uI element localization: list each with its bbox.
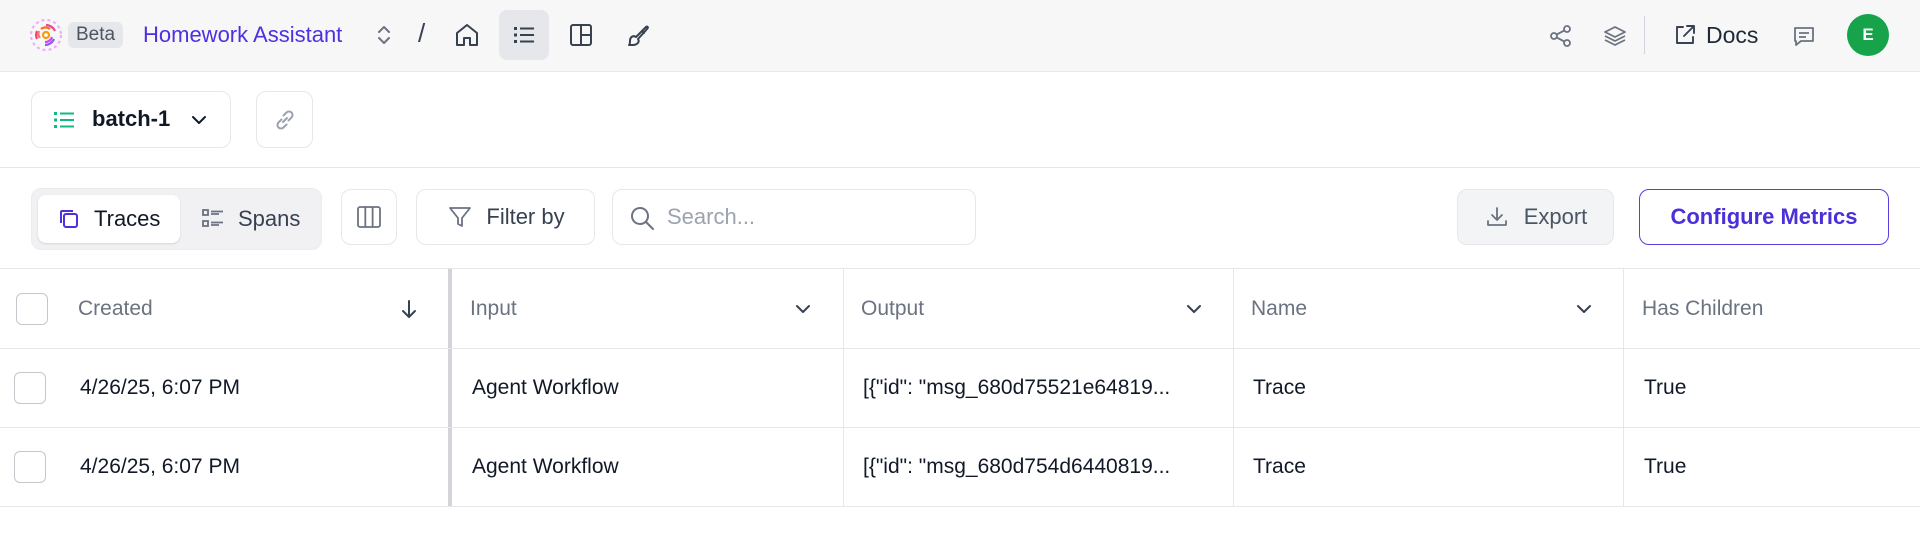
view-toggle: Traces Spans bbox=[31, 188, 322, 250]
column-header-label: Input bbox=[470, 296, 517, 320]
table-row[interactable]: 4/26/25, 6:07 PM Agent Workflow [{"id": … bbox=[0, 349, 1920, 428]
cell-has-children: True bbox=[1644, 455, 1687, 478]
search-input[interactable] bbox=[667, 200, 957, 234]
tab-traces-label: Traces bbox=[94, 206, 161, 231]
column-header-name[interactable]: Name bbox=[1251, 269, 1551, 348]
project-name[interactable]: Homework Assistant bbox=[143, 20, 342, 50]
table-toolbar: Traces Spans Filter by Exp bbox=[0, 168, 1920, 268]
dataset-selector[interactable]: batch-1 bbox=[31, 91, 231, 148]
layout-icon bbox=[570, 24, 592, 46]
cell-output: [{"id": "msg_680d754d6440819... bbox=[863, 455, 1171, 478]
external-link-icon bbox=[1676, 25, 1695, 44]
table-row[interactable]: 4/26/25, 6:07 PM Agent Workflow [{"id": … bbox=[0, 428, 1920, 507]
tab-spans[interactable]: Spans bbox=[182, 195, 317, 243]
columns-button[interactable] bbox=[341, 189, 397, 245]
sort-arrow-down-icon[interactable] bbox=[398, 298, 420, 320]
cell-output: [{"id": "msg_680d75521e64819... bbox=[863, 376, 1171, 399]
toolbar-divider bbox=[1644, 16, 1645, 54]
dataset-name: batch-1 bbox=[92, 106, 171, 131]
filter-label: Filter by bbox=[486, 204, 565, 229]
export-button[interactable]: Export bbox=[1457, 189, 1614, 245]
chevron-down-icon[interactable] bbox=[792, 298, 814, 320]
chevron-down-icon[interactable] bbox=[1183, 298, 1205, 320]
chevron-down-icon[interactable] bbox=[1573, 298, 1595, 320]
share-icon bbox=[1550, 25, 1571, 47]
column-header-label: Output bbox=[861, 296, 925, 320]
tab-traces[interactable]: Traces bbox=[38, 195, 180, 243]
layers-button[interactable] bbox=[1600, 21, 1630, 51]
chevron-up-down-icon[interactable] bbox=[374, 23, 394, 47]
cell-created: 4/26/25, 6:07 PM bbox=[80, 455, 240, 478]
row-select-cell bbox=[14, 428, 54, 506]
playground-button[interactable] bbox=[613, 10, 663, 60]
list-view-button[interactable] bbox=[499, 10, 549, 60]
copy-link-button[interactable] bbox=[256, 91, 313, 148]
cell-name: Trace bbox=[1253, 376, 1306, 399]
row-select-cell bbox=[14, 349, 54, 427]
copy-icon bbox=[60, 210, 78, 228]
top-bar: Beta Homework Assistant / Docs E bbox=[0, 0, 1920, 72]
export-label: Export bbox=[1523, 204, 1588, 229]
column-header-has-children[interactable]: Has Children bbox=[1642, 269, 1912, 348]
download-icon bbox=[1486, 207, 1507, 226]
home-button[interactable] bbox=[442, 10, 492, 60]
tab-spans-label: Spans bbox=[238, 206, 301, 231]
column-header-label: Name bbox=[1251, 296, 1308, 320]
beta-badge: Beta bbox=[68, 22, 124, 48]
docs-link[interactable]: Docs bbox=[1672, 20, 1758, 50]
app-logo-icon[interactable] bbox=[28, 17, 64, 53]
brush-icon bbox=[628, 25, 649, 46]
column-header-created[interactable]: Created bbox=[78, 269, 398, 348]
column-header-output[interactable]: Output bbox=[861, 269, 1161, 348]
filter-button[interactable]: Filter by bbox=[416, 189, 595, 245]
traces-table: Created Input Output Name Has Children 4… bbox=[0, 268, 1920, 507]
avatar[interactable]: E bbox=[1847, 14, 1889, 56]
cell-input: Agent Workflow bbox=[472, 376, 619, 399]
link-icon bbox=[275, 109, 294, 130]
cell-name: Trace bbox=[1253, 455, 1306, 478]
filter-icon bbox=[449, 207, 472, 227]
layers-icon bbox=[1604, 26, 1626, 46]
comment-icon bbox=[1794, 27, 1814, 46]
chevron-down-icon bbox=[192, 116, 206, 124]
docs-label: Docs bbox=[1706, 21, 1759, 48]
cell-has-children: True bbox=[1644, 376, 1687, 399]
select-all-checkbox[interactable] bbox=[16, 292, 48, 325]
cell-input: Agent Workflow bbox=[472, 455, 619, 478]
share-button[interactable] bbox=[1546, 21, 1576, 51]
row-checkbox[interactable] bbox=[14, 451, 46, 483]
configure-metrics-button[interactable]: Configure Metrics bbox=[1639, 189, 1889, 245]
list-details-icon bbox=[202, 209, 223, 227]
search-box bbox=[612, 189, 976, 245]
search-icon bbox=[631, 207, 654, 230]
breadcrumb-separator: / bbox=[418, 18, 426, 48]
table-header-row: Created Input Output Name Has Children bbox=[0, 269, 1920, 349]
columns-icon bbox=[357, 206, 381, 228]
row-checkbox[interactable] bbox=[14, 372, 46, 404]
feedback-button[interactable] bbox=[1789, 21, 1819, 51]
cell-created: 4/26/25, 6:07 PM bbox=[80, 376, 240, 399]
column-header-input[interactable]: Input bbox=[470, 269, 770, 348]
column-header-label: Created bbox=[78, 296, 153, 320]
select-all-cell bbox=[16, 269, 56, 348]
list-icon bbox=[54, 112, 74, 128]
dataset-bar: batch-1 bbox=[0, 72, 1920, 168]
list-icon bbox=[514, 27, 534, 43]
layout-button[interactable] bbox=[556, 10, 606, 60]
home-icon bbox=[456, 24, 478, 46]
column-header-label: Has Children bbox=[1642, 296, 1764, 320]
